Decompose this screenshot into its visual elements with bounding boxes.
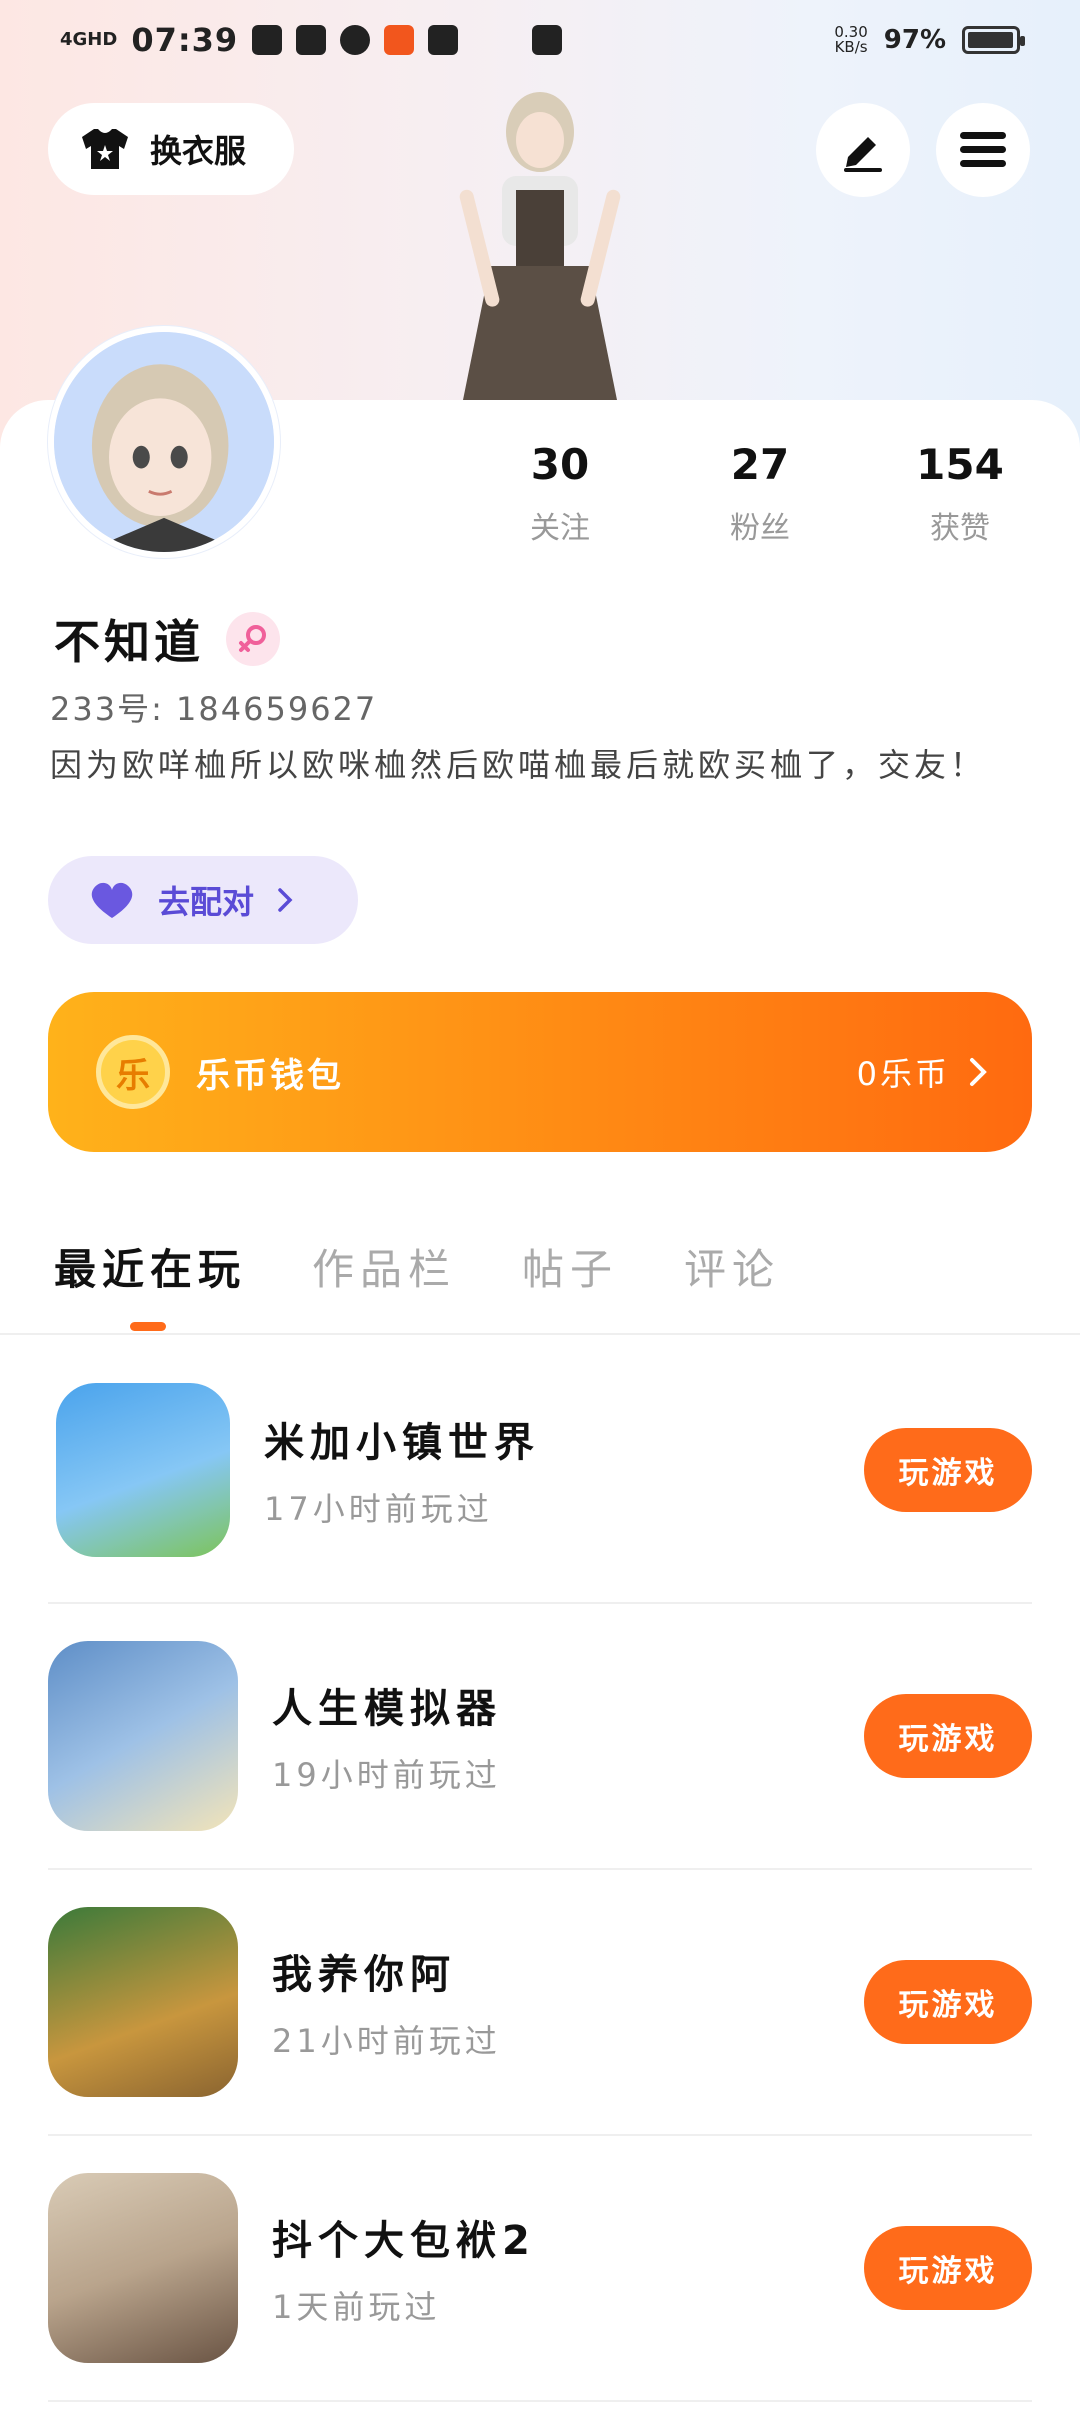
play-game-button[interactable]: 玩游戏 — [864, 1428, 1032, 1512]
battery-percent: 97% — [883, 25, 946, 55]
list-item[interactable]: 我养你阿 21小时前玩过 玩游戏 — [48, 1870, 1032, 2136]
list-item[interactable]: 米加小镇世界 17小时前玩过 玩游戏 — [48, 1338, 1032, 1604]
menu-button[interactable] — [936, 103, 1030, 197]
game-name: 我养你阿 — [272, 1952, 456, 1998]
chevron-right-icon — [970, 1058, 987, 1086]
avatar[interactable] — [48, 326, 280, 558]
active-tab-indicator — [130, 1322, 166, 1331]
last-played: 19小时前玩过 — [272, 1756, 501, 1794]
game-icon — [48, 2173, 238, 2363]
recent-games-list: 米加小镇世界 17小时前玩过 玩游戏 人生模拟器 19小时前玩过 玩游戏 我养你… — [48, 1338, 1032, 2402]
last-played: 17小时前玩过 — [264, 1490, 493, 1528]
username: 不知道 — [54, 615, 204, 669]
wallet-card[interactable]: 乐 乐币钱包 0乐币 — [48, 992, 1032, 1152]
profile-stats: 30 关注 27 粉丝 154 获赞 — [480, 440, 1040, 547]
app-icon — [384, 25, 415, 55]
shirt-icon — [78, 127, 132, 171]
divider — [0, 1333, 1080, 1335]
match-button[interactable]: 去配对 — [48, 856, 358, 944]
wallet-title: 乐币钱包 — [196, 1055, 344, 1096]
game-name: 抖个大包袱2 — [272, 2218, 536, 2264]
message-icon — [340, 25, 371, 55]
status-bar: 4GHD 07:39 0.30 KB/s 97% — [0, 0, 1080, 80]
tab-works[interactable]: 作品栏 — [312, 1236, 456, 1297]
play-game-button[interactable]: 玩游戏 — [864, 2226, 1032, 2310]
play-game-button[interactable]: 玩游戏 — [864, 1960, 1032, 2044]
stat-followers[interactable]: 27 粉丝 — [680, 440, 840, 547]
heart-icon — [91, 882, 133, 918]
game-name: 人生模拟器 — [272, 1686, 502, 1732]
tab-recently-played[interactable]: 最近在玩 — [54, 1236, 246, 1331]
following-label: 关注 — [530, 511, 590, 546]
video-icon — [532, 25, 563, 55]
list-item[interactable]: 人生模拟器 19小时前玩过 玩游戏 — [48, 1604, 1032, 1870]
app-notification-icon — [252, 25, 283, 55]
match-label: 去配对 — [158, 883, 255, 921]
battery-icon — [962, 26, 1025, 54]
tab-comments[interactable]: 评论 — [684, 1236, 780, 1297]
game-icon — [56, 1383, 230, 1557]
likes-label: 获赞 — [930, 511, 990, 546]
tiktok-icon — [296, 25, 327, 55]
chevron-right-icon — [278, 888, 293, 912]
change-outfit-button[interactable]: 换衣服 — [48, 103, 294, 195]
username-row: 不知道 — [54, 606, 280, 672]
last-played: 21小时前玩过 — [272, 2022, 501, 2060]
pen-icon — [844, 137, 882, 172]
play-game-button[interactable]: 玩游戏 — [864, 1694, 1032, 1778]
tab-posts[interactable]: 帖子 — [522, 1236, 618, 1297]
female-icon — [226, 612, 280, 666]
hamburger-icon — [960, 132, 1006, 167]
followers-count: 27 — [730, 440, 790, 489]
change-outfit-label: 换衣服 — [150, 132, 247, 170]
user-id: 233号: 184659627 — [50, 690, 378, 728]
profile-tabs: 最近在玩 作品栏 帖子 评论 — [54, 1236, 780, 1331]
game-icon — [48, 1641, 238, 1831]
coin-icon: 乐 — [96, 1035, 170, 1109]
character-figure — [420, 80, 660, 410]
wallet-balance: 0乐币 — [856, 1055, 950, 1093]
game-name: 米加小镇世界 — [264, 1420, 540, 1466]
likes-count: 154 — [916, 440, 1004, 489]
following-count: 30 — [530, 440, 590, 489]
clock: 07:39 — [131, 21, 239, 59]
followers-label: 粉丝 — [730, 511, 790, 546]
stat-likes[interactable]: 154 获赞 — [880, 440, 1040, 547]
wallet-balance-row: 0乐币 — [857, 1049, 988, 1095]
send-icon — [428, 25, 459, 55]
network-speed: 0.30 KB/s — [834, 23, 868, 56]
game-icon — [48, 1907, 238, 2097]
list-item[interactable]: 抖个大包袱2 1天前玩过 玩游戏 — [48, 2136, 1032, 2402]
bio: 因为欧咩桖所以欧咪桖然后欧喵桖最后就欧买桖了，交友！ — [50, 746, 987, 784]
last-played: 1天前玩过 — [272, 2288, 441, 2326]
edit-profile-button[interactable] — [816, 103, 910, 197]
stat-following[interactable]: 30 关注 — [480, 440, 640, 547]
network-indicator: 4GHD — [60, 29, 118, 50]
